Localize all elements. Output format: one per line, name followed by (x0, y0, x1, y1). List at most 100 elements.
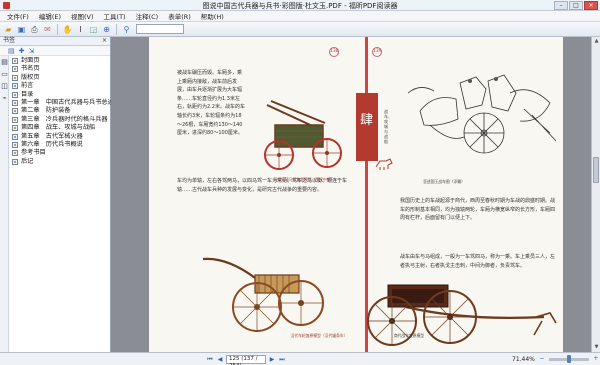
chapter-title: 战车、攻城与战船 (384, 109, 392, 144)
bookmark-label: 前言 (21, 82, 34, 90)
bookmark-label: 第四章 战车、攻城与战船 (21, 124, 96, 132)
search-input[interactable] (136, 24, 184, 34)
page-right: 139 肆 战车、攻城与战船 亚述国王战车图（浮雕） 我国历史上的车战起源于商代… (356, 37, 563, 352)
bookmark-delete-icon[interactable]: ▤ (8, 47, 15, 55)
bookmark-item[interactable]: 后记 (12, 158, 110, 166)
menu-tools[interactable]: 工具(T) (99, 11, 131, 21)
toolbar: ▰ ▣ ⎙ ✉ ✋ Ⅰ ◲ ⊕ ⚲ (0, 22, 600, 37)
page-number-input[interactable]: 125 (137 / 254) (226, 355, 266, 365)
scroll-down-icon[interactable]: ▼ (592, 343, 600, 352)
bookmark-item[interactable]: 前言 (12, 82, 110, 90)
panel-title: 书签 (3, 37, 16, 44)
zoom-out-icon[interactable]: − (538, 355, 546, 363)
toolbar-divider (57, 23, 58, 35)
page-number: 138 (329, 47, 339, 57)
bookmark-expand-icon[interactable]: ⇲ (29, 47, 35, 55)
find-icon[interactable]: ⚲ (121, 24, 132, 35)
bookmark-item[interactable]: 第五章 古代军械火器 (12, 133, 110, 141)
page-text: 战车由车与马组成，一般为一车驾四马，称为一乘。车上乘员三人，左者执弓主射，右者执… (400, 254, 556, 269)
zoom-icon[interactable]: ⊕ (101, 24, 112, 35)
bookmark-item[interactable]: 书名页 (12, 65, 110, 73)
bookmark-icon (12, 108, 18, 115)
next-page-icon[interactable]: ▶ (268, 356, 276, 364)
zoom-in-icon[interactable]: + (592, 355, 600, 363)
page-number: 139 (372, 47, 382, 57)
bookmark-label: 参考书目 (21, 149, 46, 157)
print-icon[interactable]: ⎙ (29, 24, 40, 35)
vertical-scrollbar[interactable]: ▲ ▼ (591, 37, 600, 352)
chariot-illustration (367, 284, 557, 346)
scroll-thumb[interactable] (593, 157, 599, 183)
document-viewer[interactable]: 138 被战车碾压而毁。车厢多，乘上乘厢内接敌，战车前后发展，由车兵逐渐扩展为大… (111, 37, 591, 352)
first-page-icon[interactable]: ⏮ (206, 356, 214, 364)
scroll-up-icon[interactable]: ▲ (592, 37, 600, 46)
menu-comment[interactable]: 注释(C) (131, 11, 164, 21)
zoom-control: 71.44% − + (512, 354, 600, 363)
bookmark-icon (12, 66, 18, 73)
bookmark-label: 封面页 (21, 57, 40, 64)
bookmark-label: 目录 (21, 90, 34, 98)
attach-tab-icon[interactable]: ⌁ (0, 94, 9, 104)
title-bar: 图说中国古代兵器与兵书·彩图版·杜文玉.PDF - 福昕PDF阅读器 – □ × (0, 0, 600, 11)
close-button[interactable]: × (584, 1, 598, 10)
menu-help[interactable]: 帮助(H) (196, 11, 229, 21)
horse-icon (375, 158, 393, 170)
bookmark-icon (12, 116, 18, 123)
bookmark-icon (12, 91, 18, 98)
bookmark-icon (12, 58, 18, 64)
bookmark-label: 书名页 (21, 65, 40, 73)
bookmark-item[interactable]: 第四章 战车、攻城与战船 (12, 124, 110, 132)
chariot-illustration (202, 257, 324, 332)
bookmark-item[interactable]: 第二章 防护装备 (12, 107, 110, 115)
menu-form[interactable]: 表单(R) (163, 11, 196, 21)
menu-edit[interactable]: 编辑(E) (34, 11, 66, 21)
toolbar-divider (116, 23, 117, 35)
panel-tab-strip: ▤ ▭ ◫ ⌁ (0, 56, 9, 352)
window-title: 图说中国古代兵器与兵书·彩图版·杜文玉.PDF - 福昕PDF阅读器 (202, 2, 398, 10)
bookmark-item[interactable]: 目录 (12, 91, 110, 99)
bookmark-item[interactable]: 版权页 (12, 74, 110, 82)
image-caption: 亚述国王战车图（浮雕） (423, 179, 465, 184)
hand-tool-icon[interactable]: ✋ (62, 24, 73, 35)
bookmark-list: 封面页 书名页 版权页 前言 目录 第一章 中国古代兵器与兵书总述 第二章 防护… (12, 57, 114, 166)
last-page-icon[interactable]: ⏭ (278, 356, 286, 364)
bookmark-item[interactable]: 第三章 冷兵器时代的格斗兵器 (12, 116, 110, 124)
panel-header: 书签 × (0, 37, 110, 46)
bookmark-icon (12, 83, 18, 90)
image-caption: 汉代车轮复原模型（汉代辐条车） (290, 333, 348, 338)
bookmark-panel: 书签 × ▤ ✚ ⇲ ▤ ▭ ◫ ⌁ 封面页 书名页 版权页 前言 目录 第一章… (0, 37, 114, 352)
chariot-illustration (264, 100, 342, 170)
menu-view[interactable]: 视图(V) (66, 11, 99, 21)
page-text: 车均为单辕，左右各驾两马，以四马驾一车为常见。驾车之马以衡、轭连于车辕……古代战… (177, 178, 347, 193)
page-navigation: ⏮ ◀ 125 (137 / 254) ▶ ⏭ (206, 355, 286, 365)
select-text-icon[interactable]: Ⅰ (75, 24, 86, 35)
bookmark-icon (12, 141, 18, 148)
pages-tab-icon[interactable]: ▭ (0, 70, 9, 80)
bookmark-tab-icon[interactable]: ▤ (0, 58, 9, 68)
open-icon[interactable]: ▰ (3, 24, 14, 35)
maximize-button[interactable]: □ (569, 1, 583, 10)
bookmark-icon (12, 158, 18, 165)
chapter-band: 肆 (356, 93, 378, 161)
bookmark-add-icon[interactable]: ✚ (19, 47, 25, 55)
bookmark-label: 第六章 历代兵书概说 (21, 140, 83, 148)
snapshot-icon[interactable]: ◲ (88, 24, 99, 35)
zoom-slider-knob[interactable] (566, 354, 571, 363)
relief-illustration (407, 74, 557, 154)
minimize-button[interactable]: – (554, 1, 568, 10)
zoom-slider[interactable] (548, 354, 589, 363)
menu-file[interactable]: 文件(F) (2, 11, 34, 21)
bookmark-label: 版权页 (21, 73, 40, 81)
bookmark-label: 后记 (21, 157, 34, 165)
bookmark-icon (12, 74, 18, 81)
prev-page-icon[interactable]: ◀ (216, 356, 224, 364)
email-icon[interactable]: ✉ (42, 24, 53, 35)
bookmark-label: 第一章 中国古代兵器与兵书总述 (21, 98, 114, 106)
bookmark-icon (12, 133, 18, 140)
panel-close-icon[interactable]: × (102, 37, 107, 45)
save-icon[interactable]: ▣ (16, 24, 27, 35)
layers-tab-icon[interactable]: ◫ (0, 82, 9, 92)
bookmark-item[interactable]: 参考书目 (12, 149, 110, 157)
bookmark-label: 第三章 冷兵器时代的格斗兵器 (21, 115, 108, 123)
image-caption: 商代战车复原模型 (393, 333, 425, 338)
